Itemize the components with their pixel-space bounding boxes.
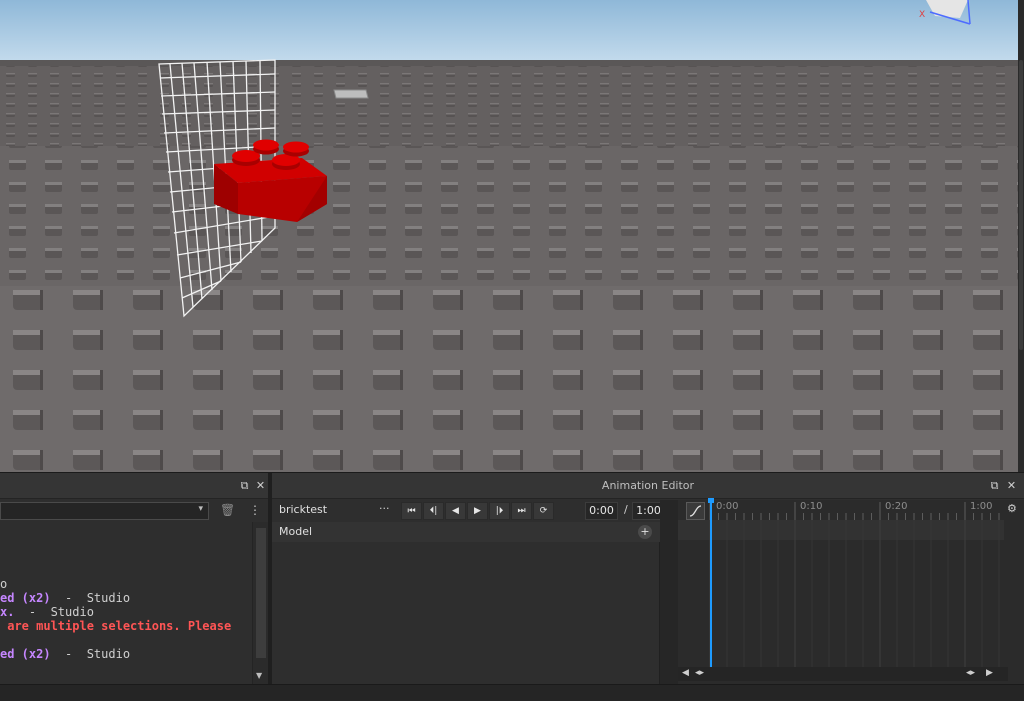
skip-to-end-icon[interactable]: ⏭ bbox=[511, 502, 532, 520]
3d-viewport[interactable]: X bbox=[0, 0, 1024, 472]
play-icon[interactable]: ▶ bbox=[467, 502, 488, 520]
timeline[interactable]: ⚙ 0:00 0:10 0:20 1:00 ◀ ◂▸ ◂▸ ▶ bbox=[678, 498, 1024, 684]
status-bar bbox=[0, 684, 1024, 701]
tick-label: 0:20 bbox=[885, 501, 908, 512]
chevron-down-icon: ▾ bbox=[198, 504, 203, 514]
output-panel-header: ⧉ ✕ bbox=[0, 473, 268, 499]
viewport-scroll-thumb[interactable] bbox=[1019, 60, 1023, 350]
log-line: ed (x2) - Studio bbox=[0, 591, 252, 605]
horizon bbox=[0, 60, 1024, 66]
output-log: o ed (x2) - Studio x. - Studio are multipl… bbox=[0, 577, 252, 661]
output-scrollbar[interactable]: ▼ bbox=[252, 522, 268, 684]
add-track-icon[interactable]: + bbox=[638, 525, 652, 539]
log-line: o bbox=[0, 577, 252, 591]
tick-label: 0:00 bbox=[716, 501, 739, 512]
time-separator: / bbox=[624, 503, 628, 516]
restore-icon[interactable]: ⧉ bbox=[238, 479, 251, 492]
svg-text:X: X bbox=[919, 10, 925, 20]
more-options-button[interactable]: ··· bbox=[379, 502, 390, 515]
log-segment: - Studio bbox=[50, 647, 131, 661]
output-scroll-thumb[interactable] bbox=[256, 528, 266, 658]
track-label: Model bbox=[279, 525, 313, 538]
rig-name[interactable]: bricktest bbox=[279, 503, 327, 516]
scroll-right-icon[interactable]: ▶ bbox=[986, 668, 993, 678]
zoom-handle-left-icon[interactable]: ◂▸ bbox=[695, 668, 704, 678]
log-line: x. - Studio bbox=[0, 605, 252, 619]
gear-icon[interactable]: ⚙ bbox=[1007, 502, 1021, 515]
zoom-handle-right-icon[interactable]: ◂▸ bbox=[966, 668, 975, 678]
output-toolbar: ▾ 🗑 ⋮ bbox=[0, 500, 268, 522]
ground-mid bbox=[0, 146, 1024, 286]
log-segment: ed (x2) bbox=[0, 647, 51, 661]
viewport-scrollbar[interactable] bbox=[1018, 0, 1024, 472]
loop-icon[interactable]: ⟳ bbox=[533, 502, 554, 520]
ground-far bbox=[0, 66, 1024, 146]
ground-near bbox=[0, 286, 1024, 472]
output-panel: ⧉ ✕ ▾ 🗑 ⋮ o ed (x2) - Studio x. - Studio a… bbox=[0, 473, 268, 684]
restore-icon[interactable]: ⧉ bbox=[988, 479, 1001, 492]
animation-editor-panel: Animation Editor ⧉ ✕ bricktest ··· ⏮ ⏴| … bbox=[272, 473, 1024, 684]
ruler-ticks bbox=[709, 502, 1000, 520]
play-reverse-icon[interactable]: ◀ bbox=[445, 502, 466, 520]
scene-render[interactable]: X bbox=[0, 0, 1024, 472]
log-segment: o bbox=[0, 577, 8, 591]
log-segment: - Studio bbox=[14, 605, 94, 619]
close-icon[interactable]: ✕ bbox=[254, 479, 267, 492]
track-list: Model + bbox=[272, 522, 660, 684]
animation-editor-title: Animation Editor bbox=[601, 479, 695, 492]
curve-icon bbox=[689, 505, 702, 517]
more-vertical-icon[interactable]: ⋮ bbox=[249, 503, 261, 517]
skip-to-start-icon[interactable]: ⏮ bbox=[401, 502, 422, 520]
track-row[interactable]: Model + bbox=[272, 522, 660, 542]
trash-icon[interactable]: 🗑 bbox=[220, 503, 235, 518]
animation-editor-header: Animation Editor ⧉ ✕ bbox=[272, 473, 1024, 499]
close-icon[interactable]: ✕ bbox=[1005, 479, 1018, 492]
log-line: are multiple selections. Please bbox=[0, 619, 252, 633]
log-segment: ed (x2) bbox=[0, 591, 51, 605]
sky bbox=[0, 0, 1024, 64]
scroll-down-icon[interactable]: ▼ bbox=[256, 671, 262, 680]
timeline-ruler[interactable]: 0:00 0:10 0:20 1:00 bbox=[708, 500, 1004, 520]
playhead[interactable] bbox=[710, 500, 712, 667]
tick-label: 1:00 bbox=[970, 501, 993, 512]
previous-keyframe-icon[interactable]: ⏴| bbox=[423, 502, 444, 520]
next-keyframe-icon[interactable]: |⏵ bbox=[489, 502, 510, 520]
scroll-left-icon[interactable]: ◀ bbox=[682, 668, 689, 678]
log-line: ed (x2) - Studio bbox=[0, 647, 252, 661]
timeline-grid bbox=[709, 520, 1000, 667]
log-segment: are multiple selections. Please bbox=[0, 619, 232, 633]
curve-editor-button[interactable] bbox=[686, 502, 705, 520]
distant-part bbox=[333, 89, 369, 99]
output-filter-dropdown[interactable]: ▾ bbox=[0, 502, 209, 520]
log-segment: x. bbox=[0, 605, 15, 619]
log-segment: - Studio bbox=[50, 591, 131, 605]
tick-label: 0:10 bbox=[800, 501, 823, 512]
track-divider bbox=[660, 500, 678, 684]
current-time-input[interactable]: 0:00 bbox=[585, 502, 618, 520]
timeline-scrollbar[interactable]: ◀ ◂▸ ◂▸ ▶ bbox=[678, 667, 1008, 681]
animation-toolbar: bricktest ··· ⏮ ⏴| ◀ ▶ |⏵ ⏭ ⟳ 0:00 / 1:0… bbox=[272, 500, 665, 522]
bottom-dock: ⧉ ✕ ▾ 🗑 ⋮ o ed (x2) - Studio x. - Studio a… bbox=[0, 472, 1024, 701]
